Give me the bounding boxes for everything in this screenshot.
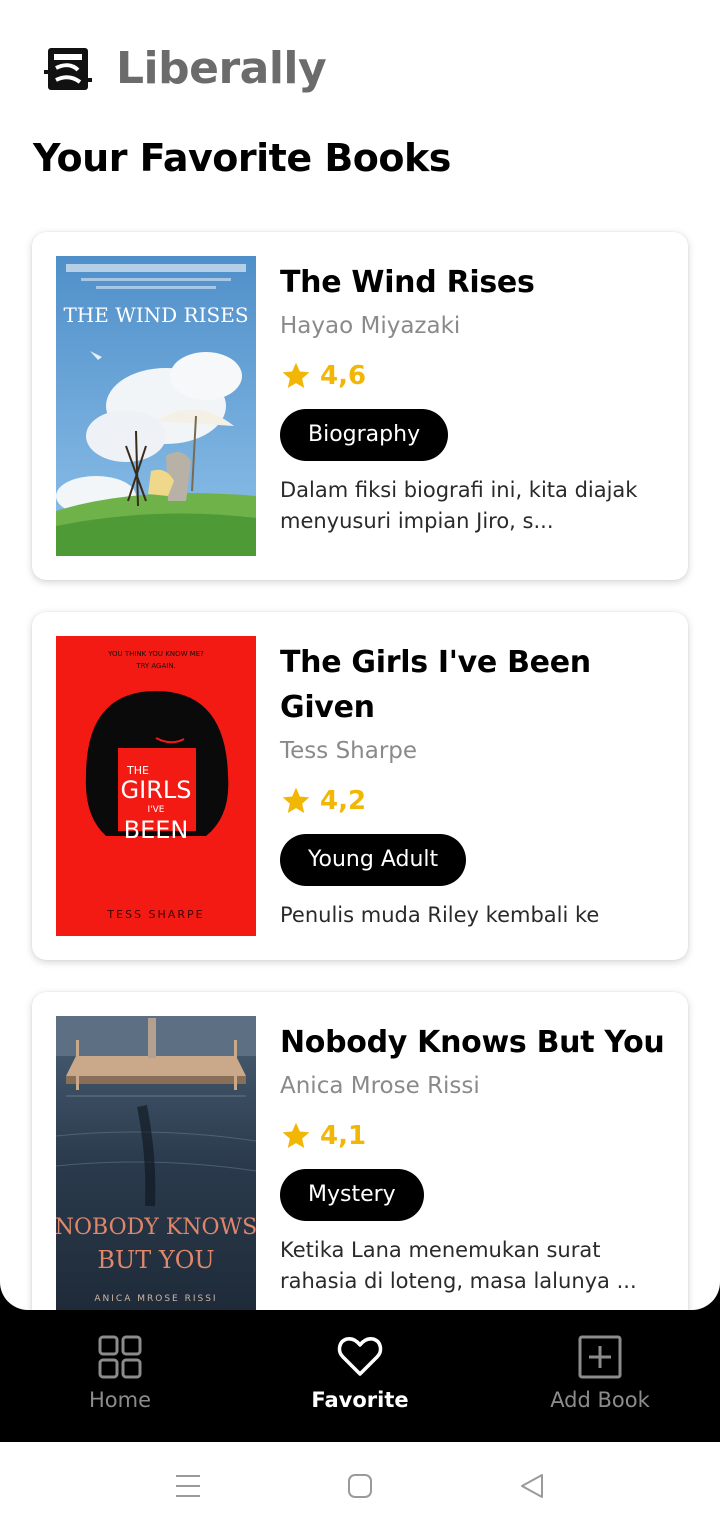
- star-icon: [282, 1122, 310, 1148]
- brand-name: Liberally: [116, 42, 327, 94]
- genre-chip[interactable]: Young Adult: [280, 834, 467, 886]
- book-author: Tess Sharpe: [280, 738, 418, 764]
- rating-value: 4,1: [320, 1121, 367, 1151]
- star-icon: [282, 787, 310, 813]
- book-card[interactable]: YOU THINK YOU KNOW ME? TRY AGAIN. THE GI…: [32, 612, 688, 960]
- grid-icon: [98, 1335, 142, 1379]
- logo-icon: [44, 48, 92, 90]
- book-info: The Girls I've Been Given Tess Sharpe 4,…: [280, 640, 670, 931]
- rating-value: 4,6: [320, 361, 367, 391]
- menu-icon[interactable]: [172, 1470, 204, 1502]
- cover-title: GIRLS: [121, 776, 192, 804]
- book-author: Anica Mrose Rissi: [280, 1073, 480, 1099]
- cover-tagline: YOU THINK YOU KNOW ME?: [107, 650, 204, 658]
- genre-chip[interactable]: Biography: [280, 409, 449, 461]
- nav-home[interactable]: Home: [0, 1310, 240, 1442]
- cover-title: NOBODY KNOWS: [56, 1215, 256, 1240]
- book-author: Hayao Miyazaki: [280, 313, 461, 339]
- book-cover: NOBODY KNOWS BUT YOU ANICA MROSE RISSI: [56, 1016, 256, 1310]
- book-title[interactable]: The Girls I've Been Given: [280, 640, 670, 730]
- book-cover: YOU THINK YOU KNOW ME? TRY AGAIN. THE GI…: [56, 636, 256, 936]
- book-card[interactable]: NOBODY KNOWS BUT YOU ANICA MROSE RISSI N…: [32, 992, 688, 1310]
- book-rating: 4,2: [280, 784, 670, 818]
- book-rating: 4,1: [280, 1119, 670, 1153]
- home-square-icon[interactable]: [344, 1470, 376, 1502]
- book-info: The Wind Rises Hayao Miyazaki 4,6 Biogra…: [280, 260, 670, 537]
- rating-value: 4,2: [320, 786, 367, 816]
- nav-add-book[interactable]: Add Book: [480, 1310, 720, 1442]
- nav-favorite[interactable]: Favorite: [240, 1310, 480, 1442]
- cover-title: BUT YOU: [97, 1246, 214, 1274]
- cover-title: I'VE: [148, 805, 165, 815]
- cover-author: ANICA MROSE RISSI: [94, 1294, 217, 1304]
- app-screen: Liberally Your Favorite Books THE WIND R…: [0, 0, 720, 1310]
- cover-tagline: TRY AGAIN.: [135, 662, 176, 670]
- plus-square-icon: [578, 1335, 622, 1379]
- cover-title: BEEN: [124, 816, 189, 844]
- genre-chip[interactable]: Mystery: [280, 1169, 424, 1221]
- page-title: Your Favorite Books: [33, 136, 451, 180]
- book-cover: THE WIND RISES: [56, 256, 256, 556]
- book-title[interactable]: Nobody Knows But You: [280, 1020, 670, 1065]
- book-title[interactable]: The Wind Rises: [280, 260, 670, 305]
- app-header: Liberally: [44, 40, 327, 96]
- nav-label: Favorite: [311, 1388, 409, 1412]
- nav-label: Add Book: [550, 1388, 650, 1412]
- book-description: Penulis muda Riley kembali ke: [280, 903, 600, 927]
- cover-title: THE WIND RISES: [63, 303, 248, 327]
- system-nav-bar: [0, 1442, 720, 1530]
- book-card[interactable]: THE WIND RISES The Wind Rises Hayao Miya…: [32, 232, 688, 580]
- book-rating: 4,6: [280, 359, 670, 393]
- cover-author: TESS SHARPE: [106, 908, 204, 921]
- heart-icon: [337, 1337, 383, 1376]
- book-description: Dalam fiksi biografi ini, kita diajak me…: [280, 478, 638, 533]
- book-info: Nobody Knows But You Anica Mrose Rissi 4…: [280, 1020, 670, 1297]
- back-triangle-icon[interactable]: [516, 1470, 548, 1502]
- bottom-nav: Home Favorite Add Book: [0, 1310, 720, 1442]
- star-icon: [282, 362, 310, 388]
- nav-label: Home: [88, 1388, 151, 1412]
- book-description: Ketika Lana menemukan surat rahasia di l…: [280, 1238, 637, 1293]
